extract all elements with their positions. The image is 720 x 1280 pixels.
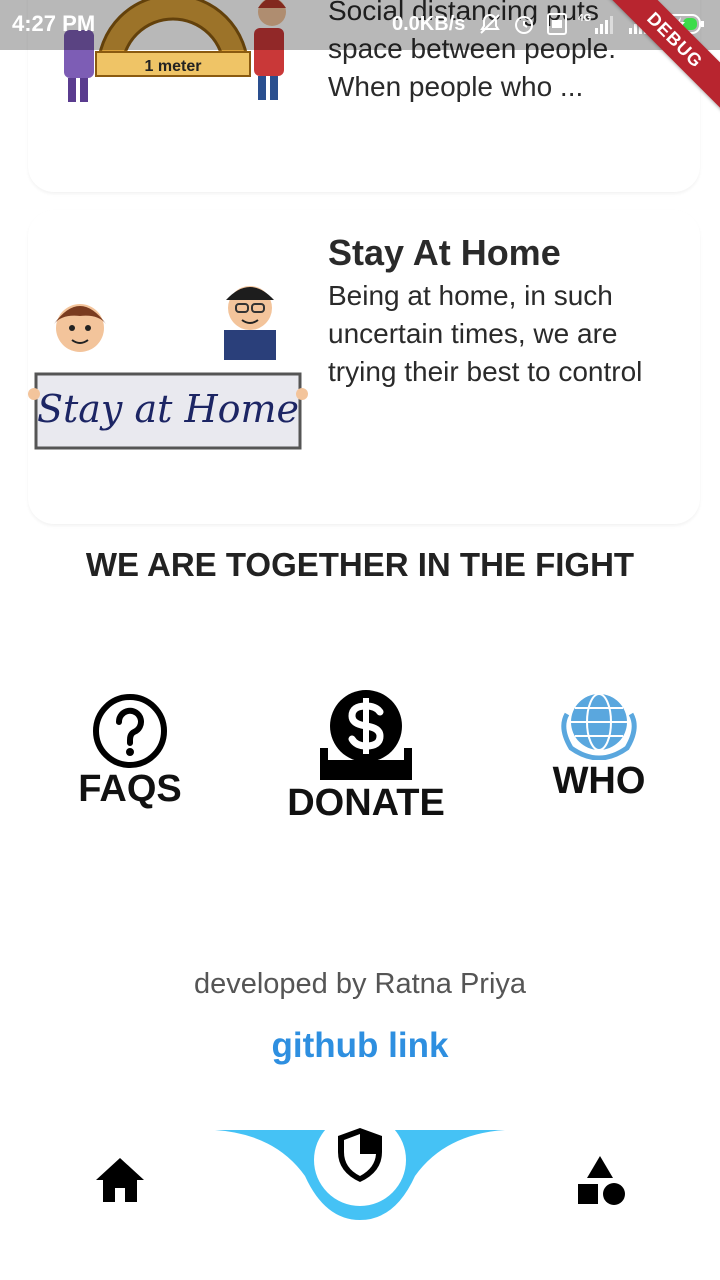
fight-heading: WE ARE TOGETHER IN THE FIGHT xyxy=(85,546,635,583)
shapes-icon xyxy=(578,1156,625,1205)
signal-icon xyxy=(595,16,614,34)
card-description: Being at home, in such uncertain times, … xyxy=(328,280,643,387)
card-title: Stay At Home xyxy=(328,232,561,273)
faqs-label: FAQS xyxy=(78,768,182,810)
sign-text: Stay at Home xyxy=(37,387,299,431)
donate-label: DONATE xyxy=(287,782,445,824)
nav-home[interactable] xyxy=(94,1156,146,1209)
network-type: 4G xyxy=(578,12,592,24)
shield-icon xyxy=(338,1128,382,1182)
developer-credit: developed by Ratna Priya xyxy=(193,968,527,1000)
faqs-button[interactable]: FAQS xyxy=(70,690,190,811)
sim-icon xyxy=(547,13,567,35)
nav-protection[interactable] xyxy=(335,1126,385,1189)
who-label: WHO xyxy=(552,760,646,802)
nav-categories[interactable] xyxy=(576,1154,628,1213)
stay-at-home-illustration: Stay at Home xyxy=(28,286,308,450)
network-speed: 0.0KB/s xyxy=(392,13,466,35)
image-caption: 1 meter xyxy=(145,58,202,75)
alarm-icon xyxy=(515,16,533,34)
who-button[interactable]: WHO xyxy=(544,684,654,803)
card-stay-at-home[interactable]: Stay at Home Stay At Home Being at home,… xyxy=(28,210,700,524)
bottom-navigation xyxy=(0,1120,720,1280)
help-circle-icon xyxy=(93,694,167,768)
mute-icon xyxy=(480,13,500,34)
status-time: 4:27 PM xyxy=(12,11,96,36)
donate-button[interactable]: DONATE xyxy=(276,688,456,825)
status-bar: 4:27 PM 0.0KB/s 4G xyxy=(0,0,720,50)
donate-coin-icon xyxy=(320,690,412,780)
who-logo-icon xyxy=(561,693,637,760)
github-link[interactable]: github link xyxy=(0,1026,720,1066)
home-icon xyxy=(96,1158,144,1202)
